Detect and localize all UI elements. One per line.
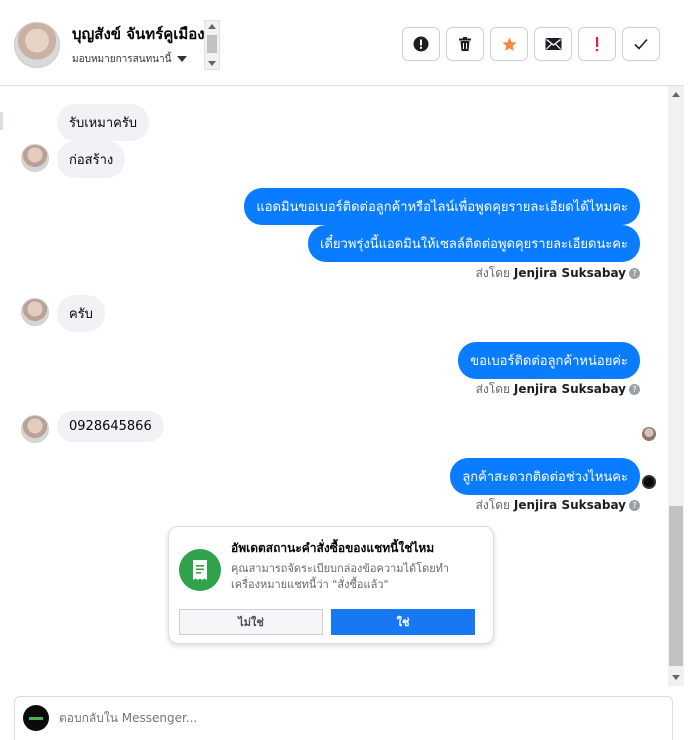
no-button[interactable]: ไม่ใช่: [179, 609, 323, 635]
star-icon: [501, 36, 517, 51]
sender-avatar-tiny: [642, 475, 656, 489]
trash-icon: [459, 37, 471, 51]
report-button[interactable]: [402, 27, 440, 61]
scroll-up-icon[interactable]: [672, 92, 680, 97]
mail-icon: [545, 38, 561, 50]
scroll-thumb[interactable]: [207, 35, 217, 53]
message-outgoing[interactable]: เดี๋ยวพรุ่งนี้แอดมินให้เซลล์ติดต่อพูดคุย…: [308, 225, 640, 262]
contact-avatar-small: [21, 415, 49, 443]
sent-by-label: ส่งโดย Jenjira Suksabay?: [476, 380, 640, 399]
report-icon: [413, 36, 429, 52]
contact-avatar[interactable]: [14, 22, 60, 68]
mark-unread-button[interactable]: [534, 27, 572, 61]
contact-avatar-small: [21, 298, 49, 326]
yes-button[interactable]: ใช่: [331, 609, 475, 635]
contact-avatar-small: [21, 144, 49, 172]
message-incoming[interactable]: 0928645866: [57, 411, 164, 442]
messenger-chat-window: บุญสังข์ จันทร์คูเมือง มอบหมายการสนทนานี…: [0, 0, 697, 740]
contact-name[interactable]: บุญสังข์ จันทร์คูเมือง: [72, 22, 205, 46]
prompt-description: คุณสามารถจัดระเบียบกล่องข้อความได้โดยทำเ…: [231, 562, 450, 591]
sent-by-prefix: ส่งโดย: [475, 498, 511, 512]
flag-button[interactable]: [578, 27, 616, 61]
scroll-up-icon[interactable]: [208, 24, 216, 29]
mark-done-button[interactable]: [622, 27, 660, 61]
scroll-down-icon[interactable]: [208, 61, 216, 66]
message-outgoing[interactable]: ขอเบอร์ติดต่อลูกค้าหน่อยค่ะ: [458, 342, 640, 379]
message-incoming[interactable]: ครับ: [57, 295, 105, 332]
reply-input[interactable]: [59, 707, 619, 729]
star-button[interactable]: [490, 27, 528, 61]
message-thread[interactable]: รับเหมาครับ ก่อสร้าง แอดมินขอเบอร์ติดต่อ…: [0, 86, 668, 686]
scroll-down-icon[interactable]: [672, 675, 680, 680]
order-status-prompt: อัพเดตสถานะคำสั่งซื้อของแชทนี้ใช่ไหม คุณ…: [168, 526, 494, 644]
toolbar: [402, 27, 660, 61]
receipt-icon: [179, 549, 221, 591]
message-incoming[interactable]: รับเหมาครับ: [57, 104, 150, 141]
prompt-title: อัพเดตสถานะคำสั่งซื้อของแชทนี้ใช่ไหม: [231, 541, 435, 555]
seen-avatar: [642, 427, 656, 441]
sent-by-prefix: ส่งโดย: [475, 266, 511, 280]
message-outgoing[interactable]: ลูกค้าสะดวกติดต่อช่วงไหนคะ: [450, 458, 640, 495]
help-icon[interactable]: ?: [629, 268, 640, 279]
sent-by-agent: Jenjira Suksabay: [513, 382, 626, 396]
help-icon[interactable]: ?: [629, 500, 640, 511]
exclaim-icon: [596, 37, 599, 52]
thread-scrollbar[interactable]: [668, 86, 684, 686]
sent-by-label: ส่งโดย Jenjira Suksabay?: [476, 264, 640, 283]
sent-by-agent: Jenjira Suksabay: [513, 498, 626, 512]
reply-composer: [14, 696, 673, 740]
sent-by-prefix: ส่งโดย: [475, 382, 511, 396]
assign-conversation-dropdown[interactable]: มอบหมายการสนทนานี้: [72, 52, 188, 67]
left-edge-marker: [0, 112, 3, 130]
assign-label: มอบหมายการสนทนานี้: [72, 54, 172, 65]
caret-down-icon: [177, 56, 188, 62]
page-avatar: [23, 705, 49, 731]
scroll-thumb[interactable]: [669, 506, 683, 666]
sent-by-label: ส่งโดย Jenjira Suksabay?: [476, 496, 640, 515]
header-scrollbar[interactable]: [204, 20, 220, 70]
chat-header: บุญสังข์ จันทร์คูเมือง มอบหมายการสนทนานี…: [0, 0, 684, 86]
sent-by-agent: Jenjira Suksabay: [513, 266, 626, 280]
delete-button[interactable]: [446, 27, 484, 61]
check-icon: [634, 38, 648, 50]
message-incoming[interactable]: ก่อสร้าง: [57, 141, 126, 178]
message-outgoing[interactable]: แอดมินขอเบอร์ติดต่อลูกค้าหรือไลน์เพื่อพู…: [244, 188, 640, 225]
help-icon[interactable]: ?: [629, 384, 640, 395]
